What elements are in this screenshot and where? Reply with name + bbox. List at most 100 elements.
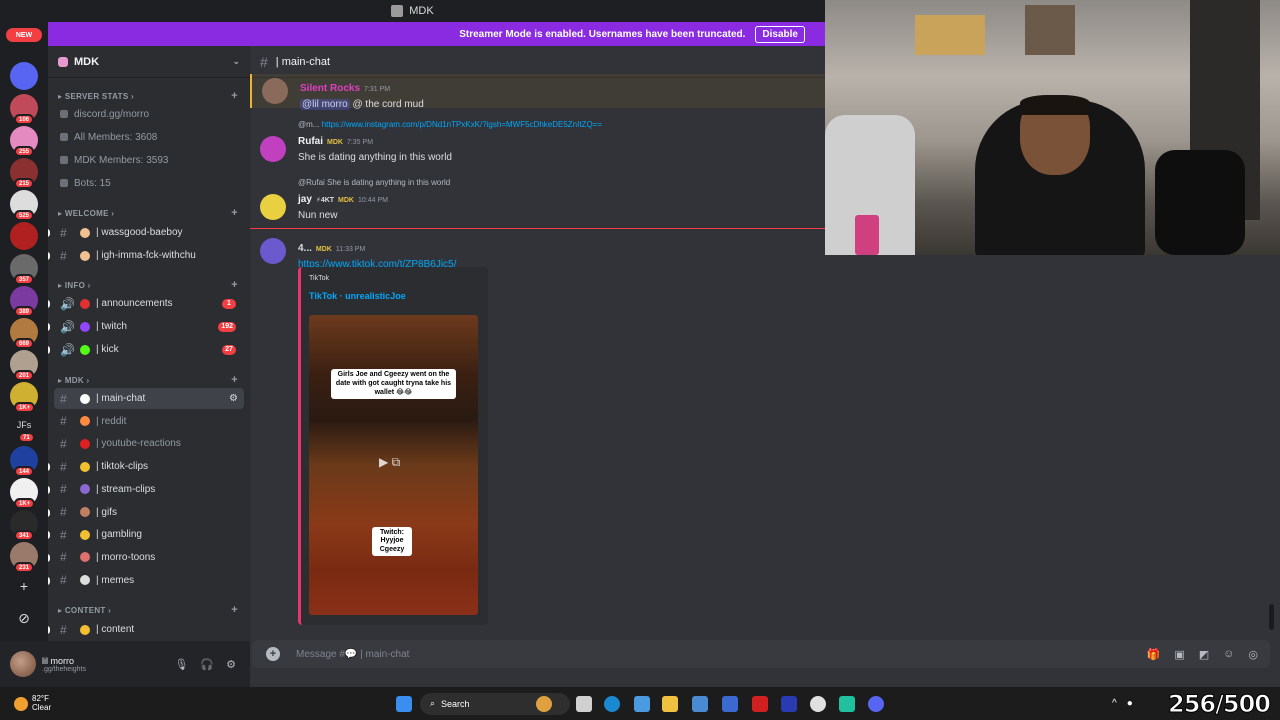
add-channel-icon[interactable]: + bbox=[231, 207, 238, 219]
scrollbar[interactable] bbox=[1269, 604, 1274, 630]
add-channel-icon[interactable]: + bbox=[231, 604, 238, 616]
discover-icon[interactable]: ⊘ bbox=[14, 608, 34, 628]
avatar[interactable] bbox=[260, 136, 286, 162]
message-composer[interactable]: + Message #💬 | main-chat 🎁 ▣ ◩ ☺ ◎ bbox=[252, 640, 1270, 668]
category-server-stats[interactable]: ▸ SERVER STATS › + bbox=[48, 88, 250, 104]
store-icon[interactable] bbox=[692, 695, 708, 712]
category-welcome[interactable]: ▸ WELCOME › + bbox=[48, 205, 250, 221]
channel-name: | gambling bbox=[96, 529, 142, 541]
server-icon[interactable] bbox=[10, 222, 38, 250]
taskbar-search-label: Search bbox=[441, 698, 470, 709]
message-input[interactable]: Message #💬 | main-chat bbox=[296, 649, 409, 660]
play-icon[interactable]: ▶ ⧉ bbox=[379, 455, 400, 470]
speaker-icon: 🔊 bbox=[60, 342, 75, 357]
unread-indicator bbox=[48, 229, 50, 237]
channel-item[interactable]: # | main-chat ⚙ bbox=[54, 388, 244, 409]
category-label: ▸ CONTENT › bbox=[58, 605, 112, 615]
message-author[interactable]: Rufai bbox=[298, 136, 323, 147]
reply-link[interactable]: https://www.instagram.com/p/DNd1nTPxKxK/… bbox=[322, 120, 602, 129]
game-icon[interactable] bbox=[839, 695, 855, 712]
weather-widget[interactable]: 82°F Clear bbox=[14, 694, 51, 713]
channel-settings-icon[interactable]: ⚙ bbox=[229, 393, 238, 404]
channel-item[interactable]: # | gambling bbox=[54, 524, 244, 545]
channel-item[interactable]: # | content bbox=[54, 619, 244, 640]
avatar[interactable] bbox=[260, 238, 286, 264]
channel-name: | morro-toons bbox=[96, 551, 156, 563]
add-channel-icon[interactable]: + bbox=[231, 90, 238, 102]
message-author[interactable]: Silent Rocks bbox=[300, 83, 360, 94]
emoji-icon[interactable]: ☺ bbox=[1223, 648, 1234, 661]
gear-icon[interactable]: ⚙ bbox=[226, 658, 236, 671]
user-mention[interactable]: @lil morro bbox=[300, 99, 350, 110]
cup bbox=[855, 215, 879, 255]
channel-item[interactable]: # | reddit bbox=[54, 411, 244, 432]
sticker-icon[interactable]: ◩ bbox=[1199, 648, 1209, 661]
add-channel-icon[interactable]: + bbox=[231, 374, 238, 386]
server-icon-jfs[interactable]: JFs bbox=[10, 420, 38, 430]
hash-icon: # bbox=[60, 391, 67, 406]
task-view-icon[interactable] bbox=[576, 695, 592, 712]
stat-channel[interactable]: Bots: 15 bbox=[48, 173, 250, 193]
reply-preview[interactable]: @Rufai She is dating anything in this wo… bbox=[298, 178, 818, 187]
add-server-icon[interactable]: + bbox=[14, 576, 34, 596]
apps-icon[interactable]: ◎ bbox=[1248, 648, 1258, 661]
system-tray[interactable]: ^ ● bbox=[1112, 698, 1133, 709]
app-icon[interactable] bbox=[722, 695, 738, 712]
file-explorer-icon[interactable] bbox=[662, 695, 678, 712]
discord-taskbar-icon[interactable] bbox=[868, 695, 884, 712]
add-attachment-icon[interactable]: + bbox=[266, 647, 280, 661]
stat-channel[interactable]: MDK Members: 3593 bbox=[48, 150, 250, 170]
channel-item[interactable]: # | tiktok-clips bbox=[54, 456, 244, 477]
video-caption: Girls Joe and Cgeezy went on the date wi… bbox=[331, 369, 456, 400]
stat-channel[interactable]: discord.gg/morro bbox=[48, 104, 250, 124]
channel-item[interactable]: # | stream-clips bbox=[54, 479, 244, 500]
server-icon[interactable] bbox=[10, 62, 38, 90]
avatar[interactable] bbox=[262, 78, 288, 104]
channel-name: | content bbox=[96, 624, 135, 635]
chrome-icon[interactable] bbox=[810, 695, 826, 712]
channel-item[interactable]: 🔊 | twitch 192 bbox=[54, 316, 244, 337]
category-content[interactable]: ▸ CONTENT › + bbox=[48, 602, 250, 618]
channel-item[interactable]: # | morro-toons bbox=[54, 547, 244, 568]
chevron-up-icon[interactable]: ^ bbox=[1112, 698, 1117, 709]
channel-name: | gifs bbox=[96, 506, 117, 518]
gift-icon[interactable]: 🎁 bbox=[1147, 648, 1161, 661]
shield-icon[interactable] bbox=[752, 695, 768, 712]
tray-app-icon[interactable]: ● bbox=[1127, 698, 1133, 709]
channel-item[interactable]: 🔊 | kick 27 bbox=[54, 339, 244, 360]
channel-item[interactable]: # | memes bbox=[54, 570, 244, 591]
message-author[interactable]: jay bbox=[298, 194, 312, 205]
disable-streamer-mode-button[interactable]: Disable bbox=[755, 25, 805, 43]
channel-item[interactable]: # | wassgood-baeboy bbox=[54, 222, 244, 243]
server-badge: 215 bbox=[14, 178, 35, 189]
message-author[interactable]: 4... bbox=[298, 243, 312, 254]
microphone-icon[interactable]: 🎙 bbox=[174, 658, 188, 671]
video-thumbnail[interactable]: Girls Joe and Cgeezy went on the date wi… bbox=[309, 315, 478, 615]
category-info[interactable]: ▸ INFO › + bbox=[48, 277, 250, 293]
copilot-icon[interactable] bbox=[634, 695, 650, 712]
edge-icon[interactable] bbox=[604, 695, 620, 712]
embed-title[interactable]: TikTok · unrealisticJoe bbox=[309, 291, 406, 301]
channel-item[interactable]: # | igh-imma-fck-withchu bbox=[54, 245, 244, 266]
weather-icon bbox=[14, 696, 28, 711]
voice-channel-icon bbox=[60, 156, 68, 164]
avatar[interactable] bbox=[10, 651, 36, 677]
unread-indicator bbox=[48, 463, 50, 472]
widgets-icon[interactable] bbox=[536, 695, 552, 712]
headphones-icon[interactable]: 🎧 bbox=[200, 658, 214, 671]
stat-channel[interactable]: All Members: 3608 bbox=[48, 127, 250, 147]
reply-preview[interactable]: @m... https://www.instagram.com/p/DNd1nT… bbox=[298, 120, 818, 129]
category-mdk[interactable]: ▸ MDK › + bbox=[48, 372, 250, 388]
channel-item[interactable]: 🔊 | announcements 1 bbox=[54, 293, 244, 314]
new-badge[interactable]: NEW bbox=[6, 28, 42, 42]
gif-icon[interactable]: ▣ bbox=[1174, 648, 1184, 661]
guild-header[interactable]: MDK ⌄ bbox=[48, 46, 250, 78]
add-channel-icon[interactable]: + bbox=[231, 279, 238, 291]
start-icon[interactable] bbox=[396, 695, 412, 712]
channel-item[interactable]: # | youtube-reactions bbox=[54, 433, 244, 454]
channel-emoji-icon bbox=[80, 227, 90, 238]
avatar[interactable] bbox=[260, 194, 286, 220]
embed-provider: TikTok bbox=[309, 275, 329, 282]
launcher-icon[interactable] bbox=[781, 695, 797, 712]
channel-item[interactable]: # | gifs bbox=[54, 502, 244, 523]
